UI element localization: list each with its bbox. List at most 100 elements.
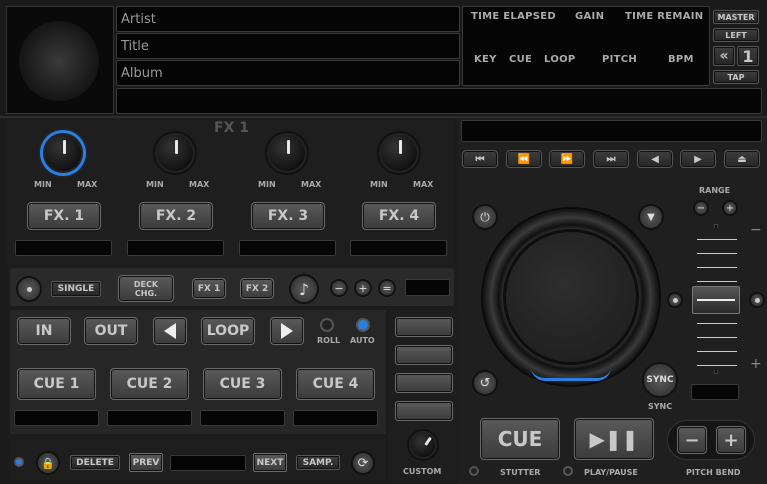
knob-min-label: MIN (258, 180, 276, 189)
prev-label: PREV (132, 457, 160, 468)
auto-label: AUTO (350, 336, 375, 345)
eject-button[interactable]: ⏏ (724, 150, 760, 168)
jog-wheel[interactable] (483, 209, 659, 385)
skip-start-button[interactable]: ⏮ (462, 150, 498, 168)
roll-led[interactable] (320, 318, 334, 332)
sample-name-display (170, 455, 246, 471)
prev-button[interactable]: PREV (129, 453, 163, 472)
cue-1-button[interactable]: CUE 1 (17, 368, 96, 400)
triangle-left-icon (164, 323, 176, 339)
fx-1-button[interactable]: FX. 1 (27, 202, 101, 230)
nudge-back-button[interactable]: ◀ (637, 150, 673, 168)
fx-1-label: FX. 1 (43, 208, 85, 224)
lock-button[interactable]: 🔒 (36, 451, 60, 475)
loop-in-button[interactable]: IN (17, 317, 71, 345)
album-label: Album (121, 66, 163, 81)
sync-button[interactable]: SYNC (642, 362, 678, 398)
deck-chg-button[interactable]: DECK CHG. (118, 275, 174, 302)
custom-button-1[interactable] (395, 317, 453, 337)
loop-info-label: LOOP (544, 54, 576, 65)
custom-button-3[interactable] (395, 373, 453, 393)
play-pause-label: PLAY/PAUSE (584, 468, 638, 477)
tap-button[interactable]: TAP (713, 70, 759, 84)
waveform-display[interactable] (116, 88, 762, 114)
custom-button-4[interactable] (395, 401, 453, 421)
pitch-label: PITCH (602, 54, 638, 65)
sync-label: SYNC (648, 402, 673, 411)
beat-button[interactable]: ♪ (289, 274, 319, 304)
cue-3-button[interactable]: CUE 3 (203, 368, 282, 400)
fx-knob-2[interactable] (155, 133, 195, 173)
fx-value-display (405, 279, 450, 296)
custom-button-2[interactable] (395, 345, 453, 365)
cue-4-button[interactable]: CUE 4 (296, 368, 375, 400)
nudge-forward-button[interactable]: ▶ (680, 150, 716, 168)
fx-power-button[interactable] (16, 276, 42, 302)
jog-wheel-platter (503, 229, 639, 365)
gain-label: GAIN (575, 11, 605, 22)
skip-end-button[interactable]: ⏭ (593, 150, 629, 168)
power-button[interactable]: ⏻ (472, 204, 498, 230)
play-pause-button[interactable]: ▶❚❚ (574, 418, 654, 460)
reverse-button[interactable]: ↺ (472, 370, 498, 396)
fx2-select-button[interactable]: FX 2 (240, 278, 274, 299)
sample-led[interactable] (14, 457, 24, 467)
fx-knob-1[interactable] (43, 133, 83, 173)
cue-3-display (200, 410, 285, 426)
loop-halve-button[interactable] (153, 317, 187, 345)
roll-label: ROLL (317, 336, 341, 345)
pitch-reset-left-button[interactable] (667, 292, 683, 308)
samp-button[interactable]: SAMP. (296, 455, 340, 470)
fx-minus-button[interactable]: − (330, 279, 348, 297)
master-button[interactable]: MASTER (713, 10, 759, 24)
cue-button[interactable]: CUE (480, 418, 560, 460)
next-label: NEXT (256, 457, 284, 468)
fx-4-button[interactable]: FX. 4 (362, 202, 436, 230)
tempo-down-button[interactable]: ▼ (638, 204, 664, 230)
next-button[interactable]: NEXT (253, 453, 287, 472)
fast-rewind-button[interactable]: ⏪ (506, 150, 542, 168)
range-minus-button[interactable]: − (693, 200, 709, 216)
pitch-slider-handle[interactable] (692, 286, 740, 314)
pitch-bend-up-button[interactable]: + (716, 426, 746, 454)
reverse-icon: ↺ (479, 375, 491, 391)
pitch-slider-handle-line (697, 299, 735, 301)
delete-button[interactable]: DELETE (70, 455, 120, 470)
fx-3-display (239, 240, 336, 256)
range-label: RANGE (699, 186, 731, 195)
deck-switch-button[interactable]: « (713, 46, 735, 66)
fx-knob-4[interactable] (379, 133, 419, 173)
single-button[interactable]: SINGLE (51, 281, 101, 297)
loop-button[interactable]: LOOP (201, 317, 255, 345)
plus-icon: + (725, 202, 735, 214)
skip-end-icon: ⏭ (606, 153, 616, 165)
jog-wheel-indicator (531, 367, 611, 381)
loop-double-button[interactable] (270, 317, 304, 345)
fx-equal-button[interactable]: = (378, 279, 396, 297)
pitch-bend-label: PITCH BEND (686, 468, 741, 477)
fx-knob-3[interactable] (267, 133, 307, 173)
dot-icon (672, 297, 678, 303)
play-pause-led[interactable] (563, 466, 573, 476)
fx1-select-button[interactable]: FX 1 (192, 278, 226, 299)
cue-2-button[interactable]: CUE 2 (110, 368, 189, 400)
fast-forward-button[interactable]: ⏩ (549, 150, 585, 168)
stutter-led[interactable] (469, 466, 479, 476)
dot-icon (754, 297, 760, 303)
left-button[interactable]: LEFT (713, 28, 759, 42)
sample-refresh-button[interactable]: ⟳ (351, 451, 375, 475)
range-plus-button[interactable]: + (722, 200, 738, 216)
fx-2-button[interactable]: FX. 2 (139, 202, 213, 230)
power-icon: ⏻ (480, 209, 490, 224)
fx-4-label: FX. 4 (378, 208, 420, 224)
fx-plus-button[interactable]: + (354, 279, 372, 297)
pitch-reset-right-button[interactable] (749, 292, 765, 308)
loop-in-label: IN (35, 323, 53, 339)
pitch-bend-down-button[interactable]: − (677, 426, 707, 454)
auto-led[interactable] (356, 318, 370, 332)
knob-max-label: MAX (413, 180, 434, 189)
sync-button-label: SYNC (646, 375, 674, 385)
loop-out-button[interactable]: OUT (84, 317, 138, 345)
custom-knob[interactable] (409, 431, 437, 459)
fx-3-button[interactable]: FX. 3 (251, 202, 325, 230)
